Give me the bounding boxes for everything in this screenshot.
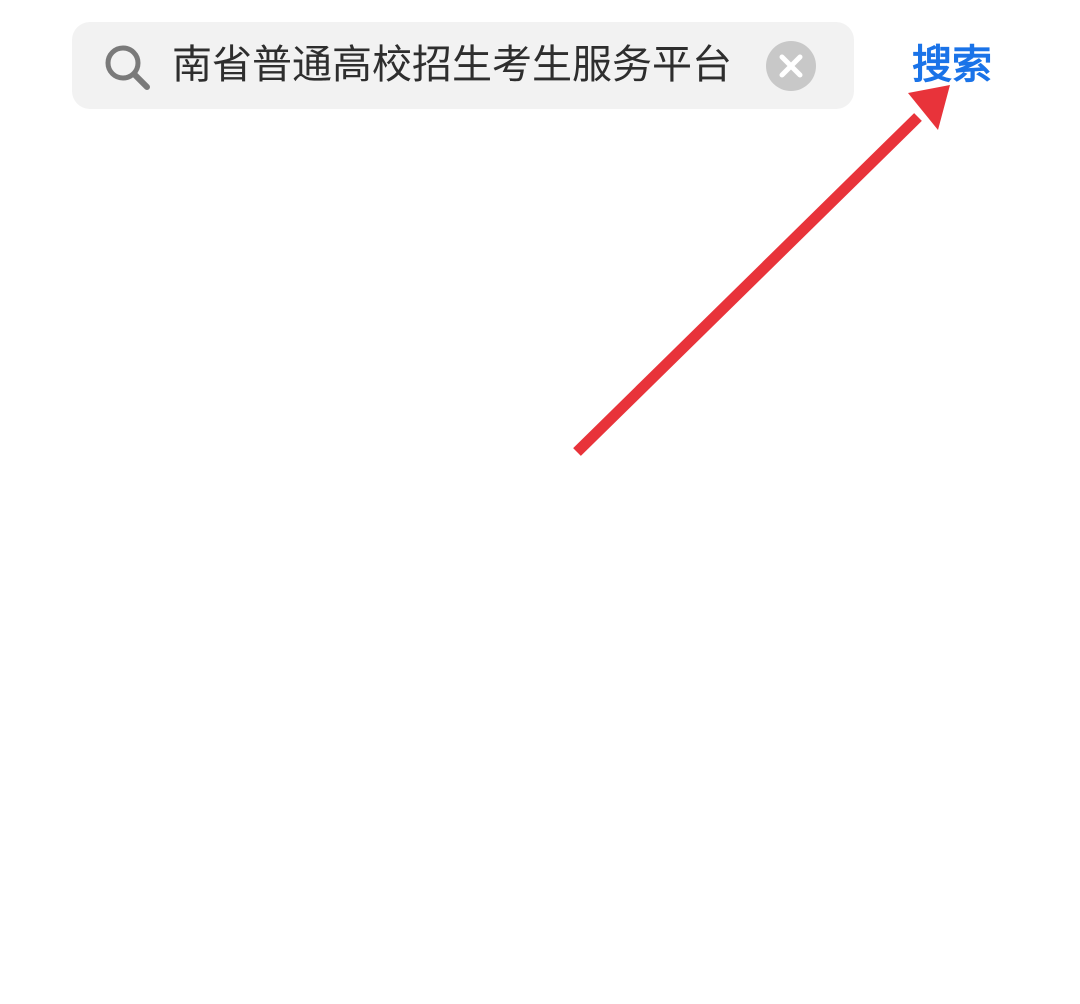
search-icon <box>105 45 150 90</box>
search-button[interactable]: 搜索 <box>912 30 992 100</box>
search-bar[interactable]: 南省普通高校招生考生服务平台 <box>72 22 854 109</box>
annotation-arrow-icon <box>573 85 950 456</box>
search-input[interactable]: 南省普通高校招生考生服务平台 <box>172 22 752 109</box>
close-icon <box>779 54 803 78</box>
clear-button[interactable] <box>766 41 816 91</box>
